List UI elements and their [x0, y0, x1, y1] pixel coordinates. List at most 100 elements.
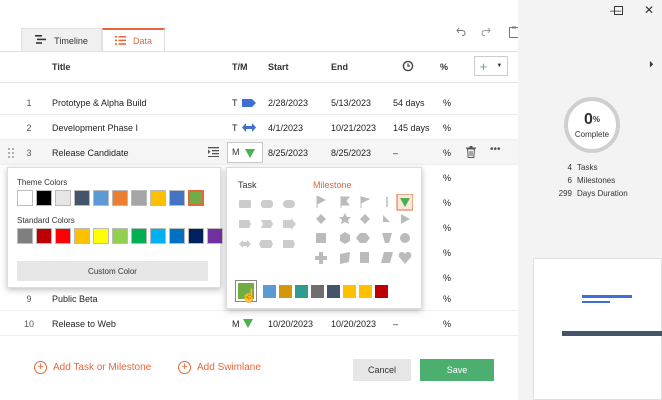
indent-icon[interactable] [208, 147, 219, 159]
milestone-triangle-icon[interactable] [243, 319, 253, 330]
task-shapes-grid[interactable] [237, 198, 297, 288]
color-swatch[interactable] [74, 228, 90, 244]
shape-selector[interactable]: M [227, 142, 263, 163]
color-swatch[interactable] [36, 190, 52, 206]
preview-task-bar [582, 301, 610, 303]
tab-data[interactable]: Data [102, 28, 165, 52]
shape-color-swatch[interactable] [263, 284, 276, 298]
color-swatch[interactable] [17, 190, 33, 206]
plus-icon: + [479, 58, 488, 74]
shape-color-swatch[interactable] [343, 284, 356, 298]
trash-icon[interactable] [466, 146, 476, 160]
more-options-icon[interactable]: ••• [490, 145, 501, 155]
table-row[interactable]: 2 Development Phase I T 4/1/2023 10/21/2… [0, 115, 518, 140]
close-icon[interactable]: ✕ [644, 3, 654, 17]
row-type[interactable]: T [232, 90, 238, 115]
column-tm: T/M [232, 62, 248, 72]
color-swatch[interactable] [93, 190, 109, 206]
row-type[interactable]: M [232, 311, 240, 336]
tab-timeline[interactable]: Timeline [21, 28, 102, 52]
days-label: Days Duration [577, 189, 628, 198]
row-percent[interactable]: % [443, 90, 451, 115]
shape-color-swatch[interactable] [359, 284, 372, 298]
expand-panel-icon[interactable]: ⏵ [649, 59, 654, 70]
row-end[interactable]: 5/13/2023 [331, 90, 371, 115]
row-end[interactable]: 10/21/2023 [331, 115, 376, 140]
row-percent[interactable]: % [443, 240, 451, 265]
column-start: Start [268, 62, 289, 72]
row-start[interactable]: 8/25/2023 [268, 140, 308, 165]
row-percent[interactable]: % [443, 140, 451, 165]
row-percent[interactable]: % [443, 311, 451, 336]
row-start[interactable]: 4/1/2023 [268, 115, 303, 140]
row-percent[interactable]: % [443, 165, 451, 190]
table-row[interactable]: 10 Release to Web M 10/20/2023 10/20/202… [0, 311, 518, 336]
color-swatch[interactable] [169, 190, 185, 206]
undo-icon[interactable] [456, 27, 466, 38]
row-start[interactable]: 2/28/2023 [268, 90, 308, 115]
color-swatch[interactable] [188, 228, 204, 244]
custom-color-button[interactable]: Custom Color [17, 261, 208, 281]
duration-clock-icon [402, 60, 414, 74]
color-swatch[interactable] [188, 190, 204, 206]
task-double-arrow-icon[interactable] [242, 123, 256, 134]
shape-color-swatch[interactable] [295, 284, 308, 298]
list-icon [114, 35, 126, 47]
progress-label: Complete [574, 129, 610, 139]
color-swatch[interactable] [207, 228, 223, 244]
color-swatch[interactable] [112, 228, 128, 244]
row-end[interactable]: 10/20/2023 [331, 311, 376, 336]
chevron-down-icon: ▼ [496, 63, 503, 69]
row-title[interactable]: Development Phase I [52, 115, 138, 140]
color-swatch[interactable] [36, 228, 52, 244]
color-swatch[interactable] [55, 228, 71, 244]
color-swatch[interactable] [55, 190, 71, 206]
row-duration: 54 days [393, 97, 425, 108]
drag-handle-icon[interactable] [8, 148, 14, 160]
shape-color-swatch[interactable] [327, 284, 340, 298]
row-percent[interactable]: % [443, 115, 451, 140]
color-swatch[interactable] [131, 190, 147, 206]
color-swatch[interactable] [17, 228, 33, 244]
color-swatch[interactable] [150, 190, 166, 206]
shape-color-swatch[interactable] [279, 284, 292, 298]
table-row[interactable]: 1 Prototype & Alpha Build T 2/28/2023 5/… [0, 90, 518, 115]
shape-color-swatch[interactable] [375, 284, 388, 298]
task-bar-icon[interactable] [242, 99, 256, 109]
row-end[interactable]: 8/25/2023 [331, 140, 371, 165]
row-percent[interactable]: % [443, 190, 451, 215]
row-type[interactable]: T [232, 115, 238, 140]
row-duration: – [393, 318, 399, 329]
add-swimlane-button[interactable]: + Add Swimlane [178, 359, 261, 375]
tab-timeline-label: Timeline [54, 35, 88, 46]
add-column-button[interactable]: + ▼ [474, 56, 508, 76]
shape-color-swatches [235, 280, 388, 302]
color-swatch[interactable] [93, 228, 109, 244]
row-title[interactable]: Release to Web [52, 311, 116, 336]
color-swatch[interactable] [150, 228, 166, 244]
row-title[interactable]: Public Beta [52, 286, 98, 311]
milestone-shapes-grid[interactable] [313, 194, 413, 274]
color-swatch[interactable] [74, 190, 90, 206]
row-type: M [232, 147, 240, 157]
milestone-triangle-icon [245, 149, 255, 160]
row-percent[interactable]: % [443, 286, 451, 311]
row-percent[interactable]: % [443, 215, 451, 240]
milestones-count: 6 [567, 176, 572, 185]
row-title[interactable]: Prototype & Alpha Build [52, 90, 147, 115]
table-row-selected[interactable]: 3 Release Candidate M 8/25/2023 8/25/202… [0, 140, 518, 165]
color-swatch[interactable] [169, 228, 185, 244]
row-title[interactable]: Release Candidate [52, 140, 129, 165]
color-swatch[interactable] [112, 190, 128, 206]
save-button[interactable]: Save [420, 359, 494, 381]
milestones-label: Milestones [577, 176, 616, 185]
shape-color-swatch[interactable] [311, 284, 324, 298]
row-start[interactable]: 10/20/2023 [268, 311, 313, 336]
redo-icon[interactable] [481, 27, 491, 38]
add-task-button[interactable]: + Add Task or Milestone [34, 359, 151, 375]
add-swimlane-label: Add Swimlane [197, 361, 261, 373]
theme-color-swatches [17, 190, 204, 206]
row-number: 3 [26, 147, 32, 158]
color-swatch[interactable] [131, 228, 147, 244]
cancel-button[interactable]: Cancel [353, 359, 411, 381]
